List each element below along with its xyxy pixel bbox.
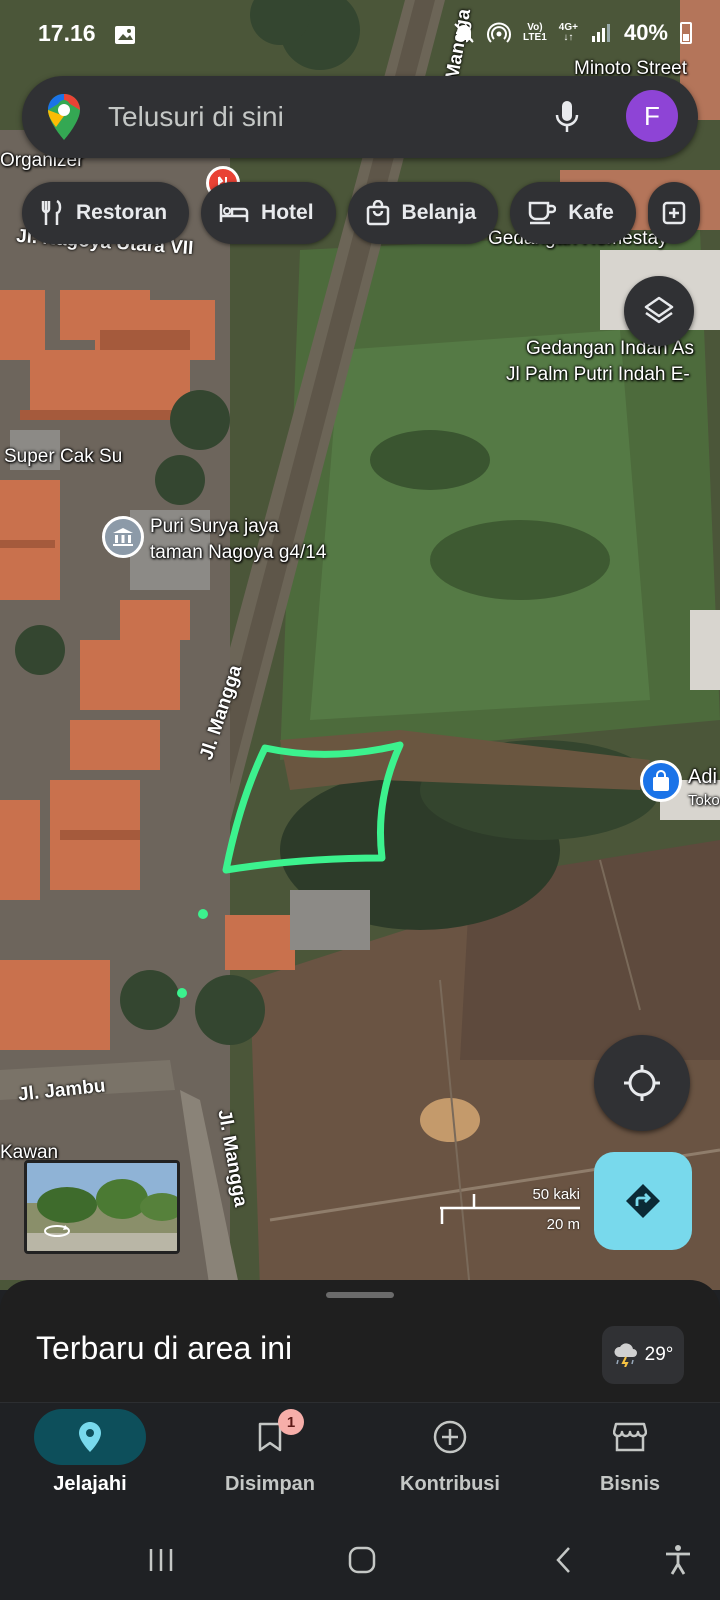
nav-explore-indicator [34,1409,146,1465]
nav-saved[interactable]: 1 Disimpan [180,1409,360,1519]
shopping-pin-icon[interactable] [640,760,682,802]
recent-apps-button[interactable] [131,1540,191,1580]
recent-apps-icon [149,1549,173,1571]
directions-button[interactable] [594,1152,692,1250]
search-input[interactable]: Telusuri di sini [108,101,284,133]
system-navigation-bar [0,1520,720,1600]
chip-shopping-label: Belanja [401,201,477,224]
back-button[interactable] [534,1540,594,1580]
nav-saved-label: Disimpan [224,1473,316,1495]
accessibility-button[interactable] [648,1540,708,1580]
my-location-button[interactable] [594,1035,690,1131]
chip-cafe[interactable]: Kafe [510,182,636,244]
scale-metric: 20 m [546,1216,580,1233]
microphone-icon[interactable] [554,100,580,134]
label-puri-surya-line2[interactable]: taman Nagoya g4/14 [150,542,326,564]
add-circle-icon [433,1420,467,1454]
coffee-cup-icon [528,201,557,225]
label-toko: Toko [688,792,720,809]
nav-contribute[interactable]: Kontribusi [360,1409,540,1519]
nav-business-label: Bisnis [599,1473,661,1495]
back-chevron-icon [556,1547,570,1573]
status-bar: 17.16 Vo) LTE1 4G+ ↓↑ 40% [0,0,720,70]
nav-contribute-label: Kontribusi [400,1473,500,1495]
add-box-icon [662,201,686,225]
thunderstorm-icon [614,1343,637,1367]
directions-icon [626,1184,660,1218]
search-bar[interactable]: Telusuri di sini F [22,76,698,158]
nav-business-indicator [574,1409,686,1465]
chip-shopping[interactable]: Belanja [347,182,499,244]
label-puri-surya-line1[interactable]: Puri Surya jaya [150,516,279,538]
storefront-icon [613,1422,647,1452]
chip-restaurant-label: Restoran [76,201,168,224]
account-avatar[interactable]: F [626,90,678,142]
layers-button[interactable] [624,276,694,346]
nav-business[interactable]: Bisnis [540,1409,720,1519]
category-chips: Restoran Hotel Belanja Kafe [22,182,700,244]
chip-hotel[interactable]: Hotel [201,182,336,244]
nav-explore[interactable]: Jelajahi [0,1409,180,1519]
mute-icon [454,23,474,43]
network-indicator: Vo) LTE1 [523,23,547,43]
fork-knife-icon [41,200,62,225]
battery-percentage: 40% [623,20,668,45]
saved-badge: 1 [278,1409,304,1435]
shopping-bag-icon [366,200,389,226]
network-type: 4G+ ↓↑ [558,22,578,43]
bottom-sheet[interactable]: Terbaru di area ini 29° [0,1280,720,1402]
chip-hotel-label: Hotel [261,201,314,224]
hotspot-icon [487,22,512,43]
nav-contribute-indicator [394,1409,506,1465]
google-maps-logo-icon [48,94,80,140]
crosshair-location-icon [624,1065,660,1101]
chip-more[interactable] [647,182,700,244]
rotate-360-icon [44,1225,70,1237]
label-super-cak-su[interactable]: Super Cak Su [4,446,122,468]
nav-saved-indicator: 1 [214,1409,326,1465]
street-view-thumbnail[interactable] [24,1160,180,1254]
battery-icon [680,22,692,44]
scale-imperial: 50 kaki [532,1186,580,1203]
sheet-title: Terbaru di area ini [36,1330,293,1366]
chip-cafe-label: Kafe [568,201,614,224]
street-view-preview [27,1163,177,1251]
weather-chip[interactable]: 29° [602,1326,684,1384]
accessibility-icon [666,1545,690,1575]
gallery-icon [115,26,135,44]
map-scale: 50 kaki 20 m [440,1186,580,1236]
government-building-pin-icon[interactable] [102,516,144,558]
chip-restaurant[interactable]: Restoran [22,182,190,244]
layers-icon [644,296,674,324]
network-lte: LTE1 [523,32,547,43]
weather-temperature: 29° [644,1344,674,1365]
home-button[interactable] [332,1540,392,1580]
bottom-navigation: Jelajahi 1 Disimpan Kontribusi Bisnis [0,1402,720,1520]
nav-explore-label: Jelajahi [53,1473,127,1495]
home-icon [348,1546,376,1574]
signal-icon [591,24,610,42]
location-pin-icon [79,1422,101,1452]
label-palm-putri[interactable]: Jl Palm Putri Indah E- [506,364,690,386]
sheet-drag-handle[interactable] [326,1292,394,1298]
label-adi[interactable]: Adi [688,766,717,789]
status-time: 17.16 [38,20,96,46]
bed-icon [219,204,249,222]
